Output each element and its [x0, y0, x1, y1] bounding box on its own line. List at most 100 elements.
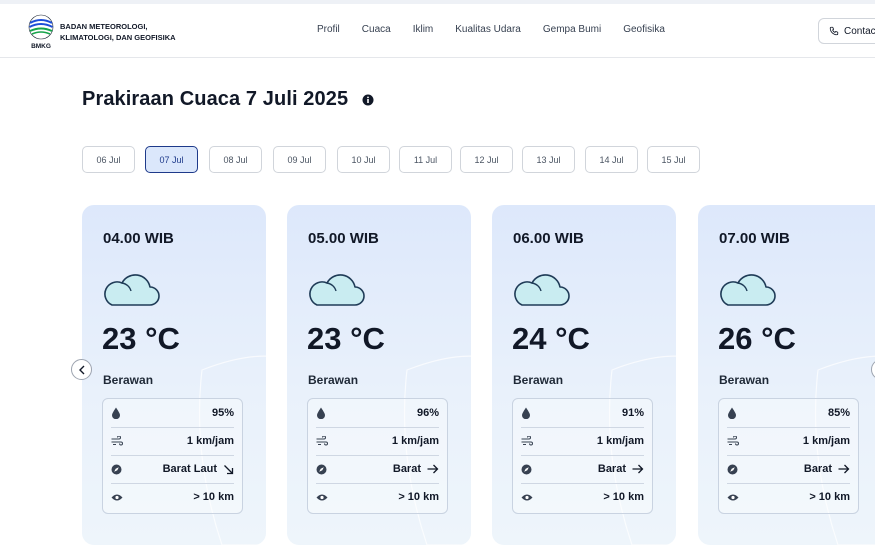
wind-icon [727, 436, 739, 446]
phone-icon [829, 26, 839, 36]
humidity-row: 91% [521, 399, 644, 428]
cloud-icon [104, 274, 160, 306]
wind-speed-value: 1 km/jam [391, 435, 439, 447]
date-pill[interactable]: 10 Jul [337, 146, 390, 173]
logo-text: BMKG [31, 43, 51, 50]
wind-icon [521, 436, 533, 446]
wind-speed-row: 1 km/jam [316, 427, 439, 456]
cloud-icon [514, 274, 570, 306]
date-pill[interactable]: 12 Jul [460, 146, 513, 173]
page-title: Prakiraan Cuaca 7 Juli 2025 [82, 88, 349, 110]
nav-item-iklim[interactable]: Iklim [413, 24, 434, 35]
visibility-value: > 10 km [398, 491, 439, 503]
arrow-right-icon [427, 464, 439, 474]
wind-speed-value: 1 km/jam [802, 435, 850, 447]
forecast-details: 91% 1 km/jam Barat > 10 km [512, 398, 653, 514]
carousel-prev-button[interactable] [71, 359, 92, 380]
wind-direction-row: Barat Laut [111, 455, 234, 484]
forecast-details: 95% 1 km/jam Barat Laut > 10 km [102, 398, 243, 514]
site-header: BMKG BADAN METEOROLOGI, KLIMATOLOGI, DAN… [0, 4, 875, 58]
droplet-icon [522, 407, 530, 419]
visibility-row: > 10 km [316, 483, 439, 511]
droplet-icon [112, 407, 120, 419]
forecast-details: 96% 1 km/jam Barat > 10 km [307, 398, 448, 514]
forecast-time: 05.00 WIB [308, 230, 379, 247]
contact-label: Contact [844, 25, 875, 37]
droplet-icon [728, 407, 736, 419]
date-pill[interactable]: 15 Jul [647, 146, 700, 173]
brand-name[interactable]: BADAN METEOROLOGI, KLIMATOLOGI, DAN GEOF… [60, 21, 176, 43]
cloud-icon [720, 274, 776, 306]
humidity-value: 91% [621, 407, 644, 419]
wind-direction-value: Barat [392, 463, 421, 475]
droplet-icon [317, 407, 325, 419]
visibility-value: > 10 km [193, 491, 234, 503]
forecast-temperature: 23 °C [307, 321, 385, 356]
date-pill-selected[interactable]: 07 Jul [145, 146, 198, 173]
wind-speed-row: 1 km/jam [727, 427, 850, 456]
nav-item-profil[interactable]: Profil [317, 24, 340, 35]
forecast-temperature: 26 °C [718, 321, 796, 356]
wind-speed-value: 1 km/jam [186, 435, 234, 447]
wind-direction-value: Barat Laut [162, 463, 217, 475]
humidity-row: 96% [316, 399, 439, 428]
wind-direction-row: Barat [316, 455, 439, 484]
date-pill[interactable]: 14 Jul [585, 146, 638, 173]
visibility-value: > 10 km [809, 491, 850, 503]
nav-item-gempa-bumi[interactable]: Gempa Bumi [543, 24, 601, 35]
date-pill[interactable]: 08 Jul [209, 146, 262, 173]
forecast-condition: Berawan [513, 373, 564, 387]
date-pill[interactable]: 06 Jul [82, 146, 135, 173]
wind-speed-row: 1 km/jam [111, 427, 234, 456]
humidity-row: 95% [111, 399, 234, 428]
info-icon[interactable] [362, 94, 374, 106]
forecast-card[interactable]: 07.00 WIB 26 °C Berawan 85% 1 km/jam Bar… [698, 205, 875, 545]
visibility-row: > 10 km [727, 483, 850, 511]
compass-icon [111, 464, 122, 474]
brand-line-2: KLIMATOLOGI, DAN GEOFISIKA [60, 33, 176, 42]
wind-direction-row: Barat [727, 455, 850, 484]
forecast-condition: Berawan [103, 373, 154, 387]
main-nav: Profil Cuaca Iklim Kualitas Udara Gempa … [317, 24, 687, 35]
eye-icon [111, 494, 123, 500]
visibility-row: > 10 km [111, 483, 234, 511]
arrow-right-icon [632, 464, 644, 474]
forecast-time: 04.00 WIB [103, 230, 174, 247]
forecast-time: 07.00 WIB [719, 230, 790, 247]
forecast-card[interactable]: 04.00 WIB 23 °C Berawan 95% 1 km/jam Bar… [82, 205, 266, 545]
wind-speed-row: 1 km/jam [521, 427, 644, 456]
brand-line-1: BADAN METEOROLOGI, [60, 22, 148, 31]
date-pill[interactable]: 13 Jul [522, 146, 575, 173]
humidity-value: 85% [827, 407, 850, 419]
title-row: Prakiraan Cuaca 7 Juli 2025 [82, 88, 374, 111]
bmkg-logo[interactable]: BMKG [27, 12, 55, 50]
forecast-condition: Berawan [719, 373, 770, 387]
cloud-icon [309, 274, 365, 306]
wind-direction-row: Barat [521, 455, 644, 484]
chevron-left-icon [78, 365, 84, 374]
forecast-temperature: 24 °C [512, 321, 590, 356]
compass-icon [727, 464, 738, 474]
forecast-temperature: 23 °C [102, 321, 180, 356]
eye-icon [316, 494, 328, 500]
nav-item-cuaca[interactable]: Cuaca [362, 24, 391, 35]
compass-icon [316, 464, 327, 474]
date-pill[interactable]: 09 Jul [273, 146, 326, 173]
nav-item-geofisika[interactable]: Geofisika [623, 24, 665, 35]
forecast-card[interactable]: 05.00 WIB 23 °C Berawan 96% 1 km/jam Bar… [287, 205, 471, 545]
humidity-value: 96% [416, 407, 439, 419]
wind-speed-value: 1 km/jam [596, 435, 644, 447]
wind-icon [316, 436, 328, 446]
visibility-value: > 10 km [603, 491, 644, 503]
forecast-card[interactable]: 06.00 WIB 24 °C Berawan 91% 1 km/jam Bar… [492, 205, 676, 545]
arrow-right-icon [838, 464, 850, 474]
date-pill[interactable]: 11 Jul [399, 146, 452, 173]
contact-button[interactable]: Contact [818, 18, 875, 44]
humidity-value: 95% [211, 407, 234, 419]
wind-direction-value: Barat [803, 463, 832, 475]
nav-item-kualitas-udara[interactable]: Kualitas Udara [455, 24, 521, 35]
eye-icon [727, 494, 739, 500]
compass-icon [521, 464, 532, 474]
wind-icon [111, 436, 123, 446]
forecast-time: 06.00 WIB [513, 230, 584, 247]
